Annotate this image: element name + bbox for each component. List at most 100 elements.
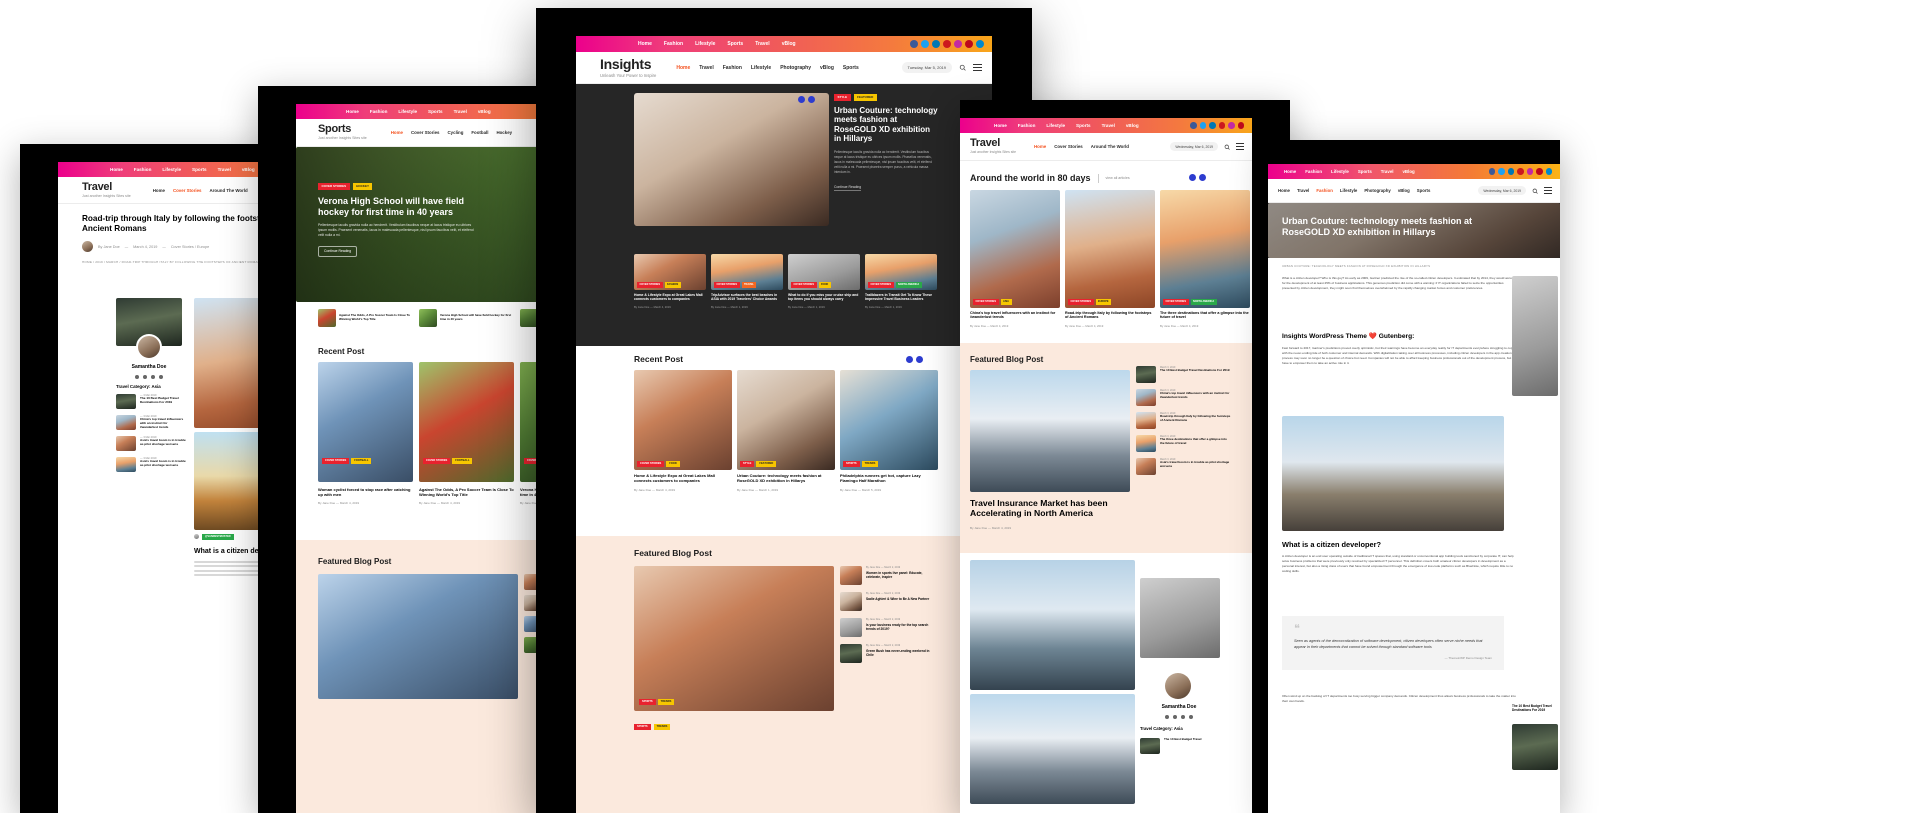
topnav-item[interactable]: Fashion xyxy=(370,109,388,114)
thumb-caption[interactable]: Against The Odds, A Pro Soccer Team Is C… xyxy=(339,313,413,322)
topnav-item[interactable]: vBlog xyxy=(1126,123,1139,128)
nav-item-cover-stories[interactable]: Cover Stories xyxy=(173,188,202,193)
tag[interactable]: HOCKEY xyxy=(352,183,373,190)
featured-title[interactable]: Green Bush has never-ending weekend in C… xyxy=(866,649,936,657)
twitter-icon[interactable] xyxy=(921,40,929,48)
topnav-item[interactable]: Sports xyxy=(1076,123,1091,128)
topnav-item[interactable]: Sports xyxy=(192,167,207,172)
featured-blog-image[interactable]: SPORTS TRENDS xyxy=(634,566,834,711)
topnav-item[interactable]: Travel xyxy=(454,109,467,114)
youtube-icon[interactable] xyxy=(1218,122,1225,129)
continue-reading-link[interactable]: Continue Reading xyxy=(834,185,862,191)
carousel-prev-button[interactable] xyxy=(906,356,913,363)
youtube-icon[interactable] xyxy=(159,375,163,379)
view-all-articles-link[interactable]: view all articles xyxy=(1106,176,1130,180)
twitter-icon[interactable] xyxy=(1173,715,1177,719)
featured-thumb[interactable] xyxy=(1136,435,1156,452)
post-thumb[interactable] xyxy=(1140,738,1160,754)
youtube-icon[interactable] xyxy=(1189,715,1193,719)
quote-author[interactable]: @vanrestmuster xyxy=(202,534,234,540)
topnav-item[interactable]: Travel xyxy=(1102,123,1115,128)
tag[interactable]: FASHION xyxy=(664,282,681,288)
site-brand[interactable]: Sports xyxy=(318,124,367,135)
topnav-item[interactable]: Sports xyxy=(1358,169,1372,174)
featured-title[interactable]: Asia's travel boom is in trouble as pilo… xyxy=(1160,460,1232,469)
post-title[interactable]: Home & Lifestyle Expo at Great Lakes Mal… xyxy=(634,473,732,483)
topnav-item[interactable]: Home xyxy=(994,123,1007,128)
nav-item-cycling[interactable]: Cycling xyxy=(448,130,464,135)
featured-title[interactable]: The three destinations that offer a glim… xyxy=(1160,437,1232,446)
hero-image[interactable] xyxy=(634,93,829,226)
nav-item-home[interactable]: Home xyxy=(1034,144,1046,149)
featured-title[interactable]: Women in sports live panel: Educate, cel… xyxy=(866,571,936,579)
featured-thumb[interactable] xyxy=(1136,366,1156,383)
hero-title[interactable]: Urban Couture: technology meets fashion … xyxy=(834,106,938,144)
tag[interactable]: COVER STORIES xyxy=(791,282,817,288)
carousel-prev-button[interactable] xyxy=(1189,174,1196,181)
post-image[interactable] xyxy=(840,370,938,470)
menu-icon[interactable] xyxy=(973,63,982,72)
featured-thumb[interactable] xyxy=(840,566,862,585)
nav-item-hockey[interactable]: Hockey xyxy=(496,130,512,135)
tag[interactable]: NORTH AMERICA xyxy=(1190,299,1217,305)
card-image[interactable] xyxy=(1065,190,1155,308)
tag[interactable]: COVER STORIES xyxy=(322,458,350,464)
featured-thumb[interactable] xyxy=(840,618,862,637)
nav-item-home[interactable]: Home xyxy=(391,130,403,135)
topnav-item[interactable]: Fashion xyxy=(664,41,683,47)
nav-item-lifestyle[interactable]: Lifestyle xyxy=(1340,188,1357,193)
featured-blog-image[interactable] xyxy=(318,574,518,699)
topnav-item[interactable]: Home xyxy=(1284,169,1296,174)
feature-card-title[interactable]: Home & Lifestyle Expo at Great Lakes Mal… xyxy=(634,293,706,302)
featured-title[interactable]: China's top travel influencers with an i… xyxy=(1160,391,1232,400)
topnav-item[interactable]: Lifestyle xyxy=(695,41,715,47)
card-image[interactable] xyxy=(970,190,1060,308)
tag[interactable]: FEATURED xyxy=(756,461,777,467)
nav-item-cover-stories[interactable]: Cover Stories xyxy=(1054,144,1083,149)
tag[interactable]: STYLE xyxy=(740,461,755,467)
youtube-icon[interactable] xyxy=(943,40,951,48)
featured-title[interactable]: Is your business ready for the top searc… xyxy=(866,623,936,631)
tag[interactable]: SPORTS xyxy=(843,461,860,467)
nav-item-vblog[interactable]: vBlog xyxy=(1398,188,1410,193)
tag[interactable]: COVER STORIES xyxy=(637,461,665,467)
instagram-icon[interactable] xyxy=(1181,715,1185,719)
sidebar-heading[interactable]: The 10 Best Budget Travel Destinations F… xyxy=(1512,704,1558,712)
featured-thumb[interactable] xyxy=(840,592,862,611)
post-image[interactable]: COVER STORIES FOOTBALL xyxy=(419,362,514,482)
featured-blog-image[interactable] xyxy=(970,370,1130,492)
nav-item-travel[interactable]: Travel xyxy=(699,65,713,71)
telegram-icon[interactable] xyxy=(1545,168,1552,175)
tag[interactable]: ASIA xyxy=(1000,299,1012,305)
nav-item-cover-stories[interactable]: Cover Stories xyxy=(411,130,440,135)
tag[interactable]: COVER STORIES xyxy=(868,282,894,288)
topnav-item[interactable]: Home xyxy=(346,109,359,114)
tag[interactable]: EUROPE xyxy=(1095,299,1112,305)
post-image[interactable] xyxy=(634,370,732,470)
tag[interactable]: SPORTS xyxy=(634,724,651,730)
post-title[interactable]: Woman cyclist forced to stop race after … xyxy=(318,487,413,497)
search-icon[interactable] xyxy=(1532,188,1538,194)
featured-thumb[interactable] xyxy=(840,644,862,663)
facebook-icon[interactable] xyxy=(1190,122,1197,129)
post-title[interactable]: Against The Odds, A Pro Soccer Team Is C… xyxy=(419,487,514,497)
sidebar-post-title[interactable]: The 10 Best Budget Travel xyxy=(1164,737,1202,754)
site-brand[interactable]: Insights xyxy=(600,57,656,71)
topnav-item[interactable]: Travel xyxy=(1381,169,1394,174)
pinterest-icon[interactable] xyxy=(965,40,973,48)
facebook-icon[interactable] xyxy=(1165,715,1169,719)
twitter-icon[interactable] xyxy=(143,375,147,379)
hero-title[interactable]: Verona High School will have field hocke… xyxy=(318,196,478,217)
topnav-item[interactable]: Sports xyxy=(727,41,743,47)
tag[interactable]: FOOD xyxy=(818,282,831,288)
telegram-icon[interactable] xyxy=(976,40,984,48)
nav-item-photography[interactable]: Photography xyxy=(780,65,811,71)
sidebar-post-title[interactable]: Asia's travel boom is in trouble as pilo… xyxy=(140,438,186,447)
carousel-next-button[interactable] xyxy=(808,96,815,103)
tag[interactable]: TRENDS xyxy=(861,461,879,467)
facebook-icon[interactable] xyxy=(135,375,139,379)
post-title[interactable]: Philadelphia runners get hot, capture La… xyxy=(840,473,938,483)
topnav-item[interactable]: vBlog xyxy=(478,109,491,114)
social-icons[interactable] xyxy=(910,40,992,48)
topnav-item[interactable]: vBlog xyxy=(1402,169,1414,174)
